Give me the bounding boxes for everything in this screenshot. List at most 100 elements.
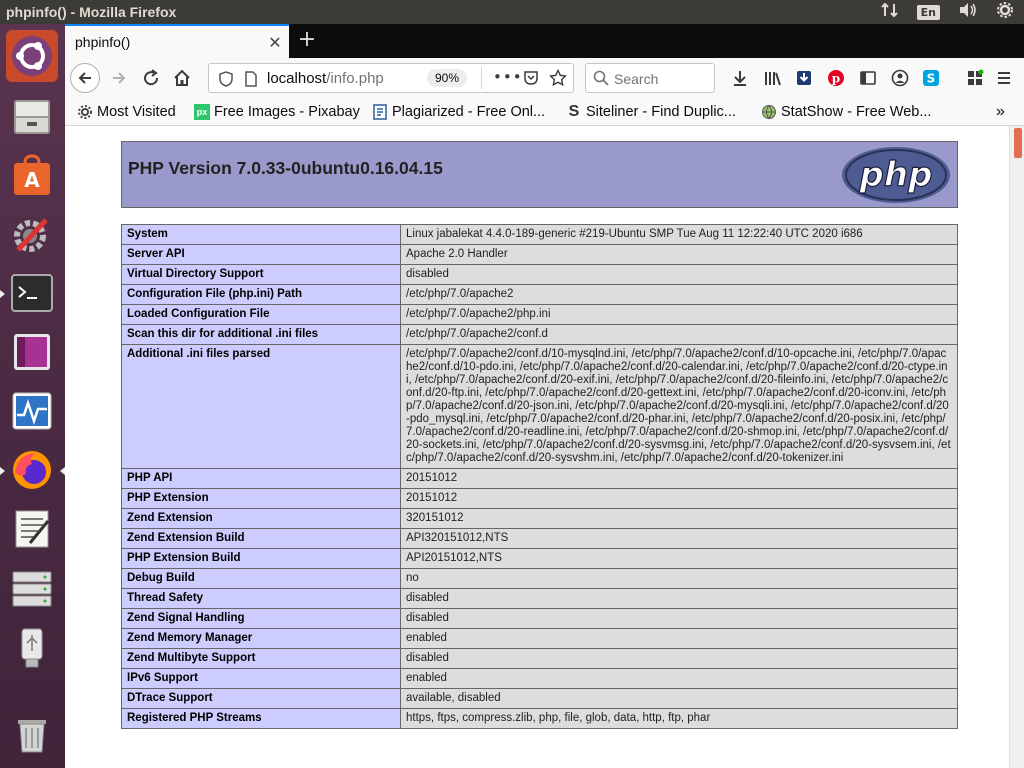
row-value: /etc/php/7.0/apache2/php.ini	[400, 304, 958, 325]
ubuntu-dash-icon[interactable]	[6, 30, 58, 82]
table-row: System Linux jabalekat 4.4.0-189-generic …	[121, 224, 958, 245]
page-title: PHP Version 7.0.33-0ubuntu0.16.04.15	[128, 158, 443, 178]
search-icon	[593, 70, 609, 90]
files-icon[interactable]	[6, 90, 58, 142]
row-value: no	[400, 568, 958, 589]
bookmark-star-icon[interactable]	[548, 68, 568, 91]
search-placeholder: Search	[614, 71, 659, 87]
home-button[interactable]	[168, 64, 196, 92]
row-key: Zend Memory Manager	[121, 628, 401, 649]
row-key: Zend Signal Handling	[121, 608, 401, 629]
row-key: PHP API	[121, 468, 401, 489]
sidebar-button[interactable]	[854, 64, 882, 92]
row-key: Zend Multibyte Support	[121, 648, 401, 669]
row-key: Scan this dir for additional .ini files	[121, 324, 401, 345]
home-icon	[174, 69, 190, 86]
bookmarks-overflow-icon[interactable]: »	[996, 102, 1005, 122]
arrow-down-box-icon	[797, 71, 811, 85]
zoom-level-badge[interactable]: 90%	[427, 69, 467, 87]
row-key: Loaded Configuration File	[121, 304, 401, 325]
url-text[interactable]: localhost/info.php	[267, 70, 384, 87]
search-input[interactable]: Search	[585, 63, 715, 93]
volume-icon[interactable]	[958, 2, 978, 22]
back-button[interactable]	[70, 63, 100, 93]
system-tray: En	[880, 1, 1024, 23]
new-tab-icon[interactable]: +	[293, 28, 321, 54]
arrow-right-icon	[113, 72, 126, 84]
row-key: Configuration File (php.ini) Path	[121, 284, 401, 305]
row-key: Server API	[121, 244, 401, 265]
gear-icon[interactable]	[996, 1, 1014, 23]
software-center-icon[interactable]: A	[6, 149, 58, 201]
bookmark-statshow[interactable]: StatShow - Free Web...	[761, 102, 931, 122]
shield-icon[interactable]	[219, 71, 233, 91]
pinterest-button[interactable]: p	[822, 64, 850, 92]
bookmark-pixabay[interactable]: px Free Images - Pixabay	[194, 102, 360, 122]
table-row: Thread Safety disabled	[121, 588, 958, 609]
save-extension-button[interactable]	[790, 64, 818, 92]
forward-button[interactable]	[105, 64, 133, 92]
usb-drive-icon[interactable]	[6, 621, 58, 673]
sidebar-icon	[860, 71, 876, 85]
window-title: phpinfo() - Mozilla Firefox	[6, 4, 177, 20]
workspace-switcher-icon[interactable]	[6, 326, 58, 378]
table-row: Configuration File (php.ini) Path/etc/ph…	[121, 284, 958, 305]
row-key: PHP Extension Build	[121, 548, 401, 569]
running-indicator	[0, 467, 5, 475]
downloads-button[interactable]	[726, 64, 754, 92]
table-row: DTrace Support available, disabled	[121, 688, 958, 709]
row-value: API320151012,NTS	[400, 528, 958, 549]
skype-extension-button[interactable]: S	[917, 64, 945, 92]
download-icon	[734, 71, 746, 86]
table-row: Zend Extension 320151012	[121, 508, 958, 529]
launcher: A	[0, 24, 65, 768]
bookmark-label: StatShow - Free Web...	[781, 104, 932, 120]
row-value: enabled	[400, 628, 958, 649]
row-value: disabled	[400, 264, 958, 285]
puzzle-icon	[968, 69, 984, 85]
vertical-scrollbar[interactable]	[1009, 126, 1024, 768]
row-key: IPv6 Support	[121, 668, 401, 689]
account-button[interactable]	[886, 64, 914, 92]
table-row: Scan this dir for additional .ini files /…	[121, 324, 958, 345]
system-settings-icon[interactable]	[6, 208, 58, 260]
svg-text:S: S	[927, 72, 936, 86]
table-row: Registered PHP Streams https, ftps, compr…	[121, 708, 958, 729]
terminal-icon[interactable]	[6, 267, 58, 319]
bookmark-plagiarized[interactable]: Plagiarized - Free Onl...	[372, 102, 545, 122]
globe-icon	[761, 104, 777, 120]
firefox-icon[interactable]	[6, 444, 58, 496]
row-value: disabled	[400, 588, 958, 609]
menu-button[interactable]	[990, 64, 1018, 92]
page-info-icon[interactable]	[244, 71, 258, 91]
reload-button[interactable]	[137, 64, 165, 92]
library-icon	[765, 72, 781, 86]
scrollbar-thumb[interactable]	[1014, 128, 1022, 158]
gear-icon	[77, 104, 93, 120]
table-row: Loaded Configuration File/etc/php/7.0/ap…	[121, 304, 958, 325]
row-key: Zend Extension	[121, 508, 401, 529]
network-icon[interactable]	[880, 2, 899, 22]
tab-phpinfo[interactable]: phpinfo() ✕	[65, 24, 289, 58]
pocket-icon[interactable]	[523, 70, 539, 90]
extensions-button[interactable]	[961, 64, 989, 92]
close-icon[interactable]: ✕	[261, 33, 289, 52]
server-icon[interactable]	[6, 562, 58, 614]
library-button[interactable]	[759, 64, 787, 92]
php-header: PHP Version 7.0.33-0ubuntu0.16.04.15 php	[121, 141, 958, 208]
bookmark-siteliner[interactable]: S Siteliner - Find Duplic...	[566, 102, 736, 122]
navigation-toolbar: localhost/info.php 90% ••• Search p S	[65, 58, 1024, 98]
page-actions-icon[interactable]: •••	[493, 68, 523, 86]
account-icon	[891, 69, 909, 87]
keyboard-layout-indicator[interactable]: En	[916, 4, 940, 20]
row-value: https, ftps, compress.zlib, php, file, g…	[400, 708, 958, 729]
row-value: 20151012	[400, 488, 958, 509]
system-monitor-icon[interactable]	[6, 385, 58, 437]
text-editor-icon[interactable]	[6, 503, 58, 555]
trash-icon[interactable]	[6, 708, 58, 760]
url-bar[interactable]: localhost/info.php 90% •••	[208, 63, 574, 93]
table-row: Debug Build no	[121, 568, 958, 589]
bookmark-most-visited[interactable]: Most Visited	[77, 102, 176, 122]
running-indicator	[0, 290, 5, 298]
browser-window: phpinfo() ✕ + localhost/info.php 90% •••…	[65, 24, 1024, 768]
